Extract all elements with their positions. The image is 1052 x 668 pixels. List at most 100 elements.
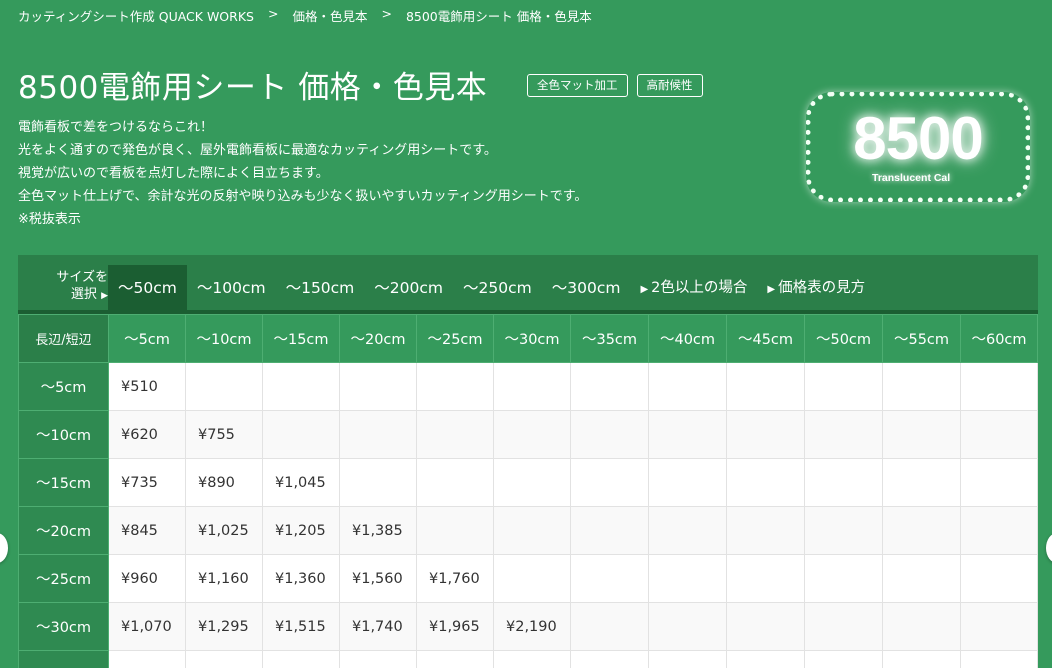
price-cell: [416, 458, 494, 507]
badge-matte: 全色マット加工: [527, 74, 628, 97]
price-cell: [185, 362, 263, 411]
size-tab[interactable]: 〜200cm: [364, 265, 453, 312]
logo-subtitle: Translucent Cal: [872, 172, 951, 184]
table-corner-header: 長辺/短辺: [18, 314, 109, 363]
price-cell: [108, 650, 186, 668]
multi-color-link-label: 2色以上の場合: [651, 280, 748, 296]
tax-note: ※税抜表示: [18, 212, 81, 227]
price-cell: [570, 410, 649, 459]
price-cell: [960, 410, 1038, 459]
price-cell: [570, 458, 649, 507]
price-cell: [882, 650, 961, 668]
price-cell: [648, 362, 727, 411]
row-header: 〜10cm: [18, 410, 109, 459]
price-cell: ¥890: [185, 458, 263, 507]
row-header: 〜30cm: [18, 602, 109, 651]
size-tab[interactable]: 〜50cm: [108, 265, 187, 314]
price-cell: [804, 602, 883, 651]
price-cell: [804, 410, 883, 459]
multi-color-link[interactable]: ▶ 2色以上の場合: [630, 265, 757, 312]
size-tab[interactable]: 〜100cm: [187, 265, 276, 312]
price-cell: [570, 650, 649, 668]
badge-weather: 高耐候性: [636, 74, 703, 97]
price-cell: [648, 410, 727, 459]
scroll-left-button[interactable]: [0, 533, 8, 563]
price-cell: [648, 650, 727, 668]
price-cell: [726, 602, 805, 651]
price-cell: [493, 506, 571, 555]
price-cell: ¥1,160: [185, 554, 263, 603]
column-header: 〜5cm: [108, 314, 186, 363]
price-cell: [726, 362, 805, 411]
description-line: 光をよく通すので発色が良く、屋外電飾看板に最適なカッティング用シートです。: [18, 143, 497, 158]
price-cell: [416, 362, 494, 411]
price-cell: ¥1,205: [262, 506, 340, 555]
price-cell: [493, 410, 571, 459]
price-cell: ¥755: [185, 410, 263, 459]
table-row: 〜10cm ¥620 ¥755: [18, 410, 1038, 459]
price-cell: [648, 506, 727, 555]
size-tab[interactable]: 〜250cm: [453, 265, 542, 312]
caret-right-icon: ▶: [101, 291, 108, 301]
price-guide-link-label: 価格表の見方: [778, 280, 866, 296]
price-cell: [339, 458, 417, 507]
row-header: 〜20cm: [18, 506, 109, 555]
size-selector-label: サイズを 選択 ▶: [18, 255, 108, 305]
size-tabs: 〜50cm 〜100cm 〜150cm 〜200cm 〜250cm 〜300cm: [108, 255, 630, 314]
size-selector: サイズを 選択 ▶ 〜50cm 〜100cm 〜150cm 〜200cm 〜250cm 〜…: [18, 255, 1038, 314]
row-header: [18, 650, 109, 668]
price-cell: [960, 458, 1038, 507]
price-cell: [960, 602, 1038, 651]
price-cell: [416, 410, 494, 459]
size-tab[interactable]: 〜300cm: [542, 265, 631, 312]
price-cell: [882, 410, 961, 459]
price-guide-link[interactable]: ▶ 価格表の見方: [757, 265, 875, 312]
price-cell: [493, 650, 571, 668]
column-header: 〜40cm: [648, 314, 727, 363]
table-row: [18, 650, 1038, 668]
page-title: 8500電飾用シート 価格・色見本: [18, 70, 488, 106]
price-cell: [882, 362, 961, 411]
caret-right-icon: ▶: [640, 284, 649, 295]
logo-number: 8500: [853, 105, 983, 172]
breadcrumb-separator: >: [267, 6, 279, 21]
price-cell: [339, 650, 417, 668]
column-header: 〜55cm: [882, 314, 961, 363]
column-header: 〜50cm: [804, 314, 883, 363]
scroll-right-button[interactable]: [1046, 533, 1052, 563]
price-cell: ¥1,025: [185, 506, 263, 555]
price-cell: ¥735: [108, 458, 186, 507]
price-cell: [570, 362, 649, 411]
description-line: 全色マット仕上げで、余計な光の反射や映り込みも少なく扱いやすいカッティング用シー…: [18, 189, 588, 204]
breadcrumb-price-link[interactable]: 価格・色見本: [292, 6, 367, 25]
price-cell: [648, 458, 727, 507]
size-tab[interactable]: 〜150cm: [276, 265, 365, 312]
price-panel: サイズを 選択 ▶ 〜50cm 〜100cm 〜150cm 〜200cm 〜250cm 〜…: [18, 255, 1038, 668]
feature-badges: 全色マット加工 高耐候性: [527, 74, 703, 97]
price-cell: ¥1,965: [416, 602, 494, 651]
price-table: 長辺/短辺 〜5cm 〜10cm 〜15cm 〜20cm 〜25cm 〜30cm 〜35cm 〜…: [18, 314, 1038, 668]
price-cell: [416, 506, 494, 555]
column-header: 〜30cm: [493, 314, 571, 363]
column-header: 〜15cm: [262, 314, 340, 363]
price-cell: [804, 554, 883, 603]
price-cell: [262, 410, 340, 459]
price-cell: ¥1,740: [339, 602, 417, 651]
price-cell: [339, 362, 417, 411]
price-cell: [726, 506, 805, 555]
price-cell: [726, 458, 805, 507]
price-cell: ¥845: [108, 506, 186, 555]
price-cell: [648, 602, 727, 651]
table-row: 〜25cm ¥960 ¥1,160 ¥1,360 ¥1,560 ¥1,760: [18, 554, 1038, 603]
column-header: 〜25cm: [416, 314, 494, 363]
price-cell: [648, 554, 727, 603]
column-header: 〜35cm: [570, 314, 649, 363]
breadcrumb-home-link[interactable]: カッティングシート作成 QUACK WORKS: [18, 6, 254, 25]
size-label-line1: サイズを: [56, 270, 108, 285]
price-cell: [882, 458, 961, 507]
price-cell: ¥620: [108, 410, 186, 459]
price-cell: ¥1,070: [108, 602, 186, 651]
row-header: 〜15cm: [18, 458, 109, 507]
price-cell: [570, 554, 649, 603]
product-logo: 8500 Translucent Cal: [802, 88, 1034, 206]
